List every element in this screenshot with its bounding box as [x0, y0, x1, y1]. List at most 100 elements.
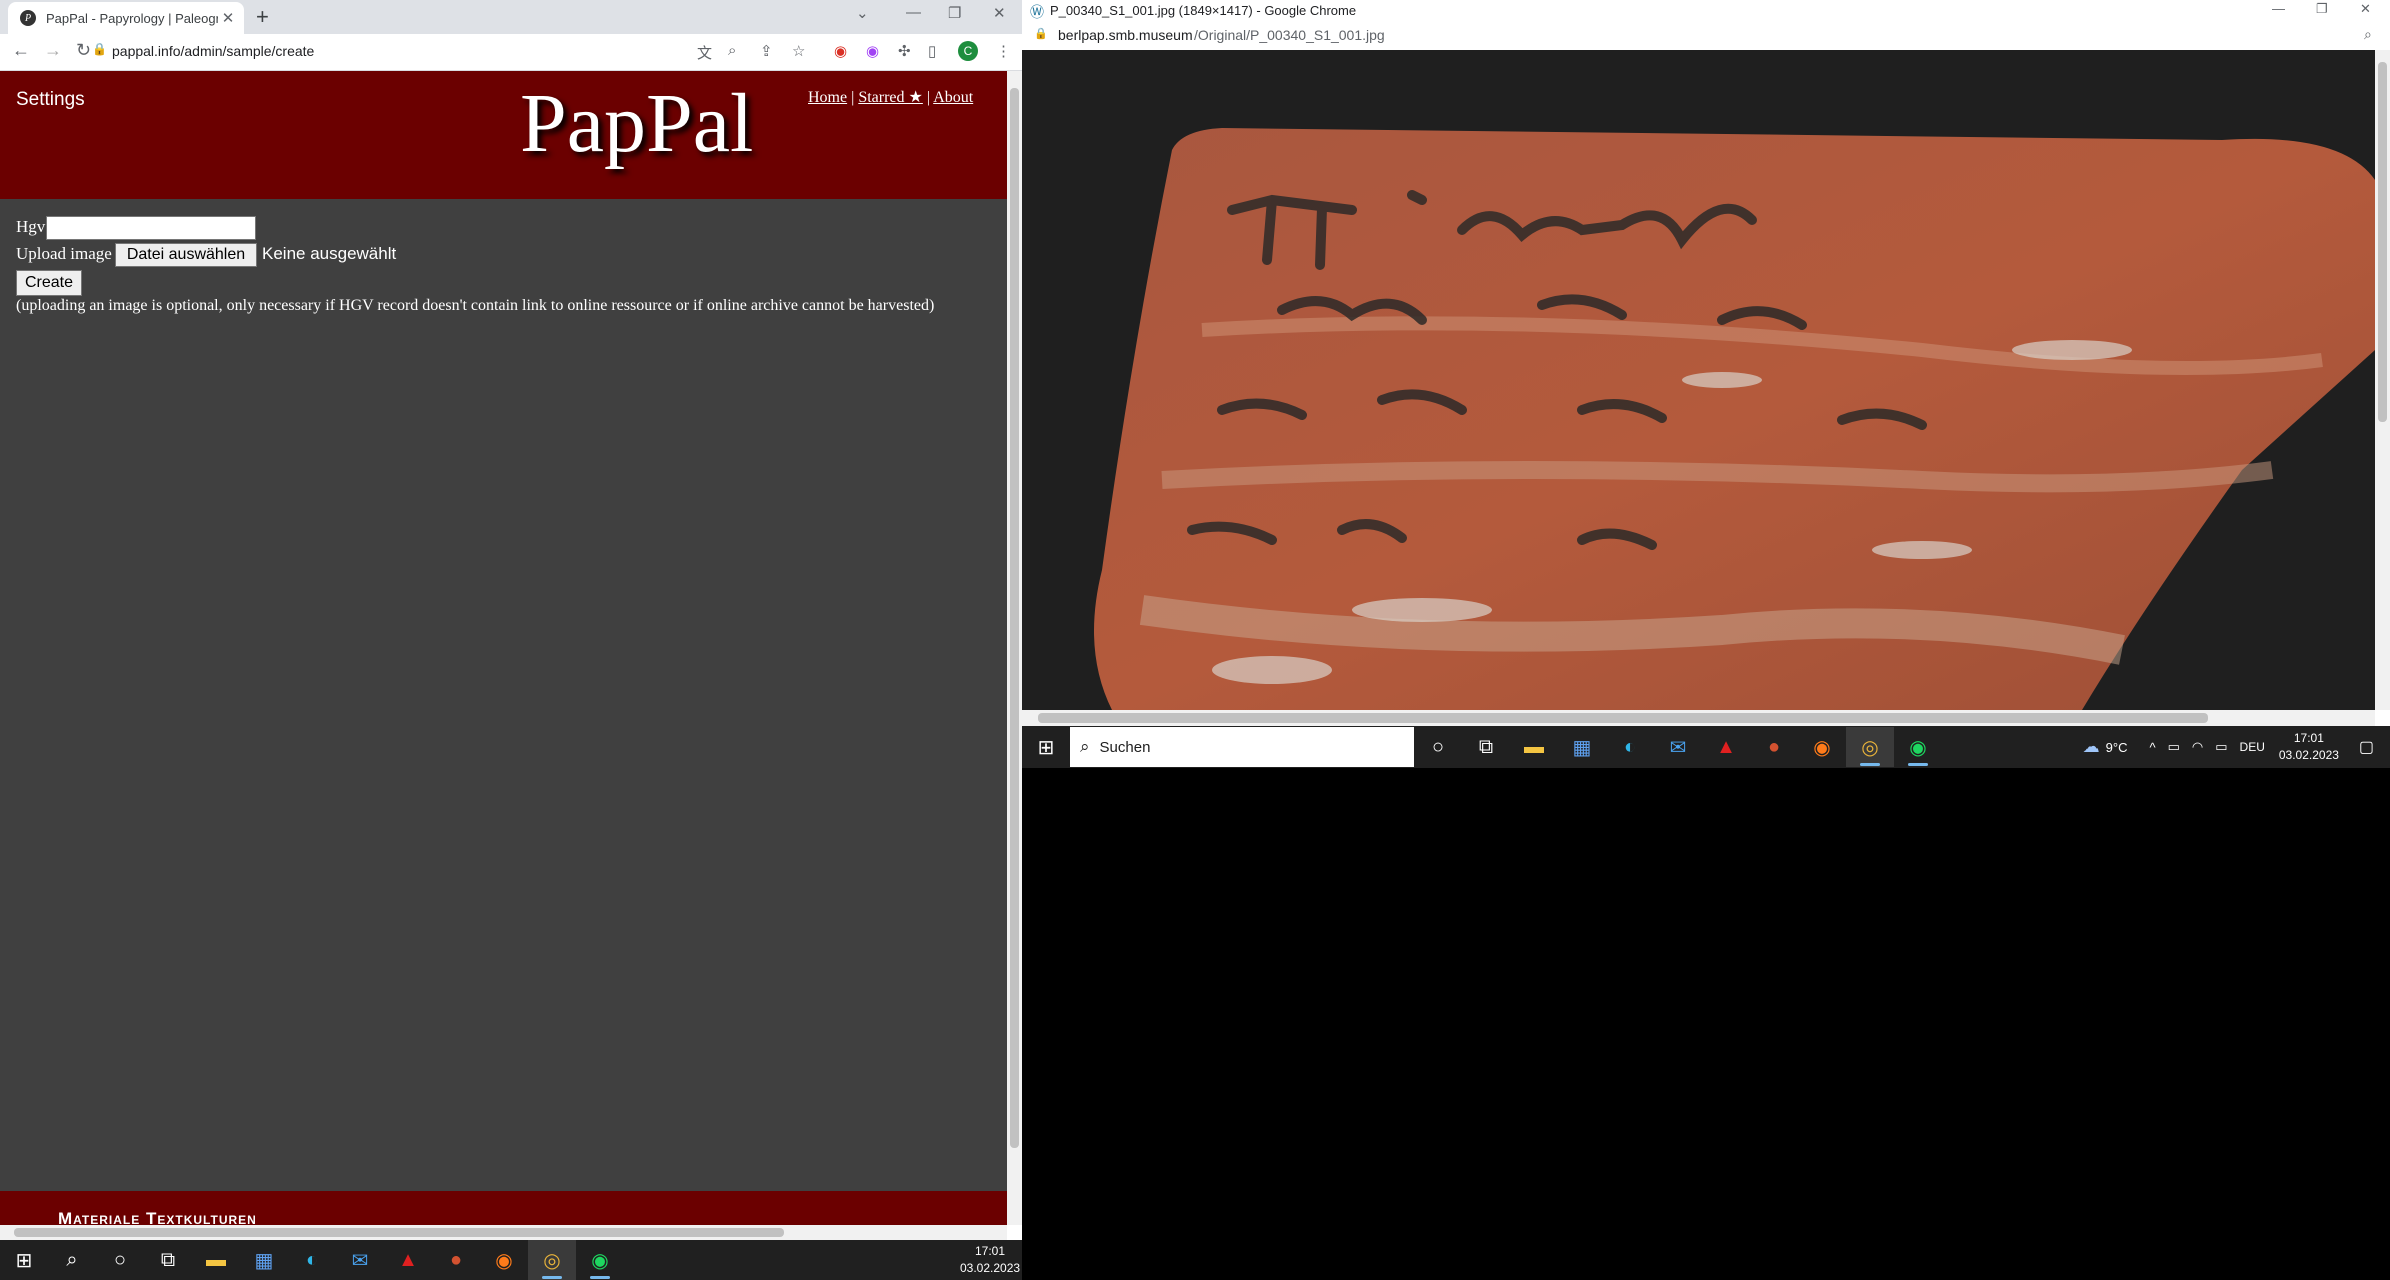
zoom-icon[interactable]: ⌕ [728, 42, 736, 59]
clock-date: 03.02.2023 [960, 1261, 1021, 1275]
system-clock[interactable]: 17:01 03.02.2023 [960, 1243, 1020, 1277]
taskbar-search-box[interactable]: ⌕ Suchen [1070, 727, 1414, 767]
top-nav: Home | Starred ★ | About [808, 87, 973, 107]
settings-link[interactable]: Settings [16, 89, 85, 111]
language-indicator[interactable]: DEU [2240, 740, 2265, 754]
nav-separator: | [926, 89, 931, 106]
share-icon[interactable]: ⇪ [760, 42, 773, 60]
start-windows-icon[interactable]: ⊞ [0, 1240, 48, 1280]
window-title: P_00340_S1_001.jpg (1849×1417) - Google … [1050, 3, 1357, 18]
cortana-icon[interactable]: ○ [96, 1240, 144, 1280]
system-clock[interactable]: 17:01 03.02.2023 [2279, 730, 2339, 764]
nav-starred[interactable]: Starred ★ [858, 89, 923, 106]
firefox-icon[interactable]: ◉ [1798, 727, 1846, 767]
cortana-icon[interactable]: ○ [1414, 727, 1462, 767]
ostracon-photo [1022, 50, 2375, 710]
file-explorer-icon[interactable]: ▬ [1510, 727, 1558, 767]
tray-chevron-icon[interactable]: ^ [2149, 740, 2155, 755]
chrome-icon[interactable]: ◎ [1846, 727, 1894, 767]
horizontal-scroll-thumb[interactable] [14, 1228, 784, 1237]
spotify-icon[interactable]: ◉ [1894, 727, 1942, 767]
extension-purple-icon[interactable]: ◉ [866, 42, 879, 60]
clock-time: 17:01 [2293, 731, 2324, 745]
pappal-favicon-icon: P [20, 10, 36, 26]
papyrus-image[interactable] [1022, 50, 2375, 710]
tab-close-icon[interactable]: ✕ [218, 9, 238, 27]
spotify-icon[interactable]: ◉ [576, 1240, 624, 1280]
nav-home[interactable]: Home [808, 89, 847, 106]
upload-image-label: Upload image [16, 244, 112, 263]
new-tab-icon[interactable]: + [256, 4, 269, 30]
store-icon[interactable]: ▦ [1558, 727, 1606, 767]
bookmark-star-icon[interactable]: ☆ [792, 42, 805, 60]
address-bar[interactable]: pappal.info/admin/sample/create [112, 43, 314, 59]
search-icon: ⌕ [1080, 737, 1090, 756]
tab-pappal[interactable]: P PapPal - Papyrology | Paleography ✕ [8, 2, 244, 34]
no-file-text: Keine ausgewählt [262, 244, 397, 263]
translate-icon[interactable]: 文 [697, 42, 712, 63]
edge-icon[interactable]: ◐ [1606, 727, 1654, 767]
extension-red-icon[interactable]: ◉ [834, 42, 847, 60]
back-icon[interactable]: ← [12, 40, 30, 61]
vertical-scroll-thumb[interactable] [1010, 88, 1019, 1148]
address-bar[interactable]: 🔒 berlpap.smb.museum /Original/P_00340_S… [1022, 22, 2390, 50]
extensions-puzzle-icon[interactable]: ✣ [898, 42, 911, 60]
restore-icon[interactable]: ❐ [2316, 1, 2328, 17]
tab-strip: P PapPal - Papyrology | Paleography ✕ + … [0, 0, 1022, 34]
horizontal-scroll-thumb[interactable] [1038, 713, 2208, 723]
task-view-icon[interactable]: ⧉ [1462, 727, 1510, 767]
url-host: berlpap.smb.museum [1058, 27, 1193, 43]
footer-brand[interactable]: Materiale Textkulturen [58, 1209, 257, 1225]
vertical-scroll-thumb[interactable] [2378, 62, 2387, 422]
mail-icon[interactable]: ✉ [1654, 727, 1702, 767]
reload-icon[interactable]: ↻ [76, 40, 91, 61]
minimize-icon[interactable]: — [2272, 1, 2285, 16]
forward-icon[interactable]: → [44, 40, 62, 61]
menu-dots-icon[interactable]: ⋮ [996, 42, 1011, 60]
weather-cloud-icon[interactable]: ☁ [2083, 737, 2100, 757]
store-icon[interactable]: ▦ [240, 1240, 288, 1280]
profile-avatar[interactable]: C [958, 41, 978, 61]
tab-title: PapPal - Papyrology | Paleography [46, 10, 218, 26]
hgv-input[interactable] [46, 216, 256, 240]
clock-date: 03.02.2023 [2278, 748, 2339, 762]
window-titlebar: Ⓦ P_00340_S1_001.jpg (1849×1417) - Googl… [1022, 0, 2390, 22]
close-window-icon[interactable]: ✕ [2360, 1, 2371, 17]
site-header: Settings PapPal Home | Starred ★ | About [0, 71, 1007, 199]
chrome-icon[interactable]: ◎ [528, 1240, 576, 1280]
powerpoint-icon[interactable]: ● [1750, 727, 1798, 767]
create-button[interactable]: Create [16, 270, 82, 296]
firefox-icon[interactable]: ◉ [480, 1240, 528, 1280]
powerpoint-icon[interactable]: ● [432, 1240, 480, 1280]
site-logo[interactable]: PapPal [520, 75, 753, 172]
wifi-icon[interactable]: ◠ [2192, 739, 2203, 755]
choose-file-button[interactable]: Datei auswählen [115, 243, 257, 267]
lock-icon[interactable]: 🔒 [92, 42, 107, 56]
network-icon[interactable]: ▭ [2168, 739, 2180, 755]
restore-icon[interactable]: ❐ [948, 4, 961, 22]
acrobat-icon[interactable]: ▲ [384, 1240, 432, 1280]
zoom-icon[interactable]: ⌕ [2364, 26, 2372, 43]
file-explorer-icon[interactable]: ▬ [192, 1240, 240, 1280]
page-content: Settings PapPal Home | Starred ★ | About… [0, 71, 1007, 1225]
side-panel-icon[interactable]: ▯ [928, 42, 936, 60]
start-windows-icon[interactable]: ⊞ [1022, 727, 1070, 767]
notifications-icon[interactable]: ▢ [2359, 737, 2374, 757]
weather-temp[interactable]: 9°C [2106, 740, 2128, 755]
minimize-icon[interactable]: — [906, 4, 921, 21]
mail-icon[interactable]: ✉ [336, 1240, 384, 1280]
battery-icon[interactable]: ▭ [2215, 739, 2227, 755]
tab-search-chevron-icon[interactable]: ⌄ [856, 4, 869, 22]
right-browser-window: Ⓦ P_00340_S1_001.jpg (1849×1417) - Googl… [1022, 0, 2390, 726]
edge-icon[interactable]: ◐ [288, 1240, 336, 1280]
lock-icon[interactable]: 🔒 [1034, 27, 1048, 40]
taskbar-left: ⊞ ⌕ ○ ⧉ ▬ ▦ ◐ ✉ ▲ ● ◉ ◎ ◉ 17:01 03.02.20… [0, 1240, 1022, 1280]
nav-about[interactable]: About [933, 89, 973, 106]
close-window-icon[interactable]: ✕ [993, 4, 1006, 22]
left-browser-window: P PapPal - Papyrology | Paleography ✕ + … [0, 0, 1022, 1240]
search-icon[interactable]: ⌕ [48, 1240, 96, 1280]
acrobat-icon[interactable]: ▲ [1702, 727, 1750, 767]
nav-separator: | [851, 89, 855, 106]
clock-time: 17:01 [974, 1244, 1006, 1258]
task-view-icon[interactable]: ⧉ [144, 1240, 192, 1280]
